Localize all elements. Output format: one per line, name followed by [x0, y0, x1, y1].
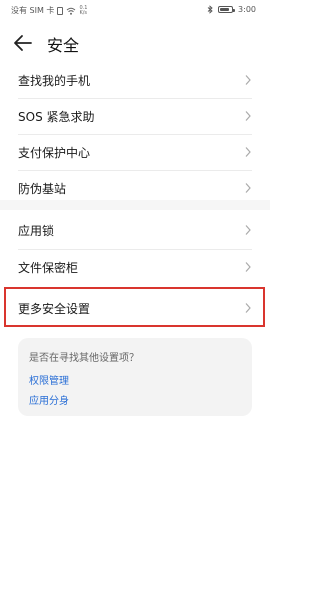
battery-icon — [218, 6, 236, 13]
suggestion-card: 是否在寻找其他设置项？ 权限管理 应用分身 — [18, 338, 252, 416]
section-gap — [0, 200, 270, 210]
menu-item-label: 查找我的手机 — [18, 74, 91, 88]
menu-item-find-my-phone[interactable]: 查找我的手机 — [18, 62, 254, 98]
highlight-box — [4, 287, 265, 327]
menu-item-label: SOS 紧急求助 — [18, 110, 95, 124]
menu-item-sos-emergency[interactable]: SOS 紧急求助 — [18, 98, 254, 134]
chevron-right-icon — [245, 183, 251, 193]
status-left: 没有 SIM 卡 0.1 K/s — [11, 5, 87, 16]
wifi-icon — [67, 7, 76, 15]
page-header: 安全 — [0, 22, 270, 64]
page-title: 安全 — [47, 36, 80, 55]
menu-item-label: 支付保护中心 — [18, 146, 91, 160]
chevron-right-icon — [245, 147, 251, 157]
menu-item-label: 文件保密柜 — [18, 261, 79, 275]
network-speed-unit: K/s — [79, 9, 88, 16]
menu-item-app-lock[interactable]: 应用锁 — [18, 212, 254, 248]
carrier-text: 没有 SIM 卡 — [11, 6, 55, 15]
battery-level — [220, 8, 229, 11]
link-app-twin[interactable]: 应用分身 — [29, 392, 69, 407]
menu-item-label: 防伪基站 — [18, 182, 67, 196]
chevron-right-icon — [245, 111, 251, 121]
back-arrow-icon[interactable] — [10, 30, 36, 56]
sim-card-icon — [57, 6, 64, 15]
status-right: 3:00 — [207, 5, 256, 14]
chevron-right-icon — [245, 262, 251, 272]
bluetooth-icon — [207, 5, 213, 14]
suggestion-question: 是否在寻找其他设置项？ — [29, 353, 139, 364]
chevron-right-icon — [245, 225, 251, 235]
link-permission-management[interactable]: 权限管理 — [29, 372, 69, 387]
menu-item-payment-protection[interactable]: 支付保护中心 — [18, 134, 254, 170]
status-time: 3:00 — [238, 5, 256, 14]
menu-item-label: 应用锁 — [18, 224, 55, 238]
menu-item-file-safe[interactable]: 文件保密柜 — [18, 249, 254, 285]
chevron-right-icon — [245, 75, 251, 85]
network-speed: 0.1 K/s — [79, 5, 88, 16]
status-bar: 没有 SIM 卡 0.1 K/s 3:00 — [0, 0, 270, 22]
